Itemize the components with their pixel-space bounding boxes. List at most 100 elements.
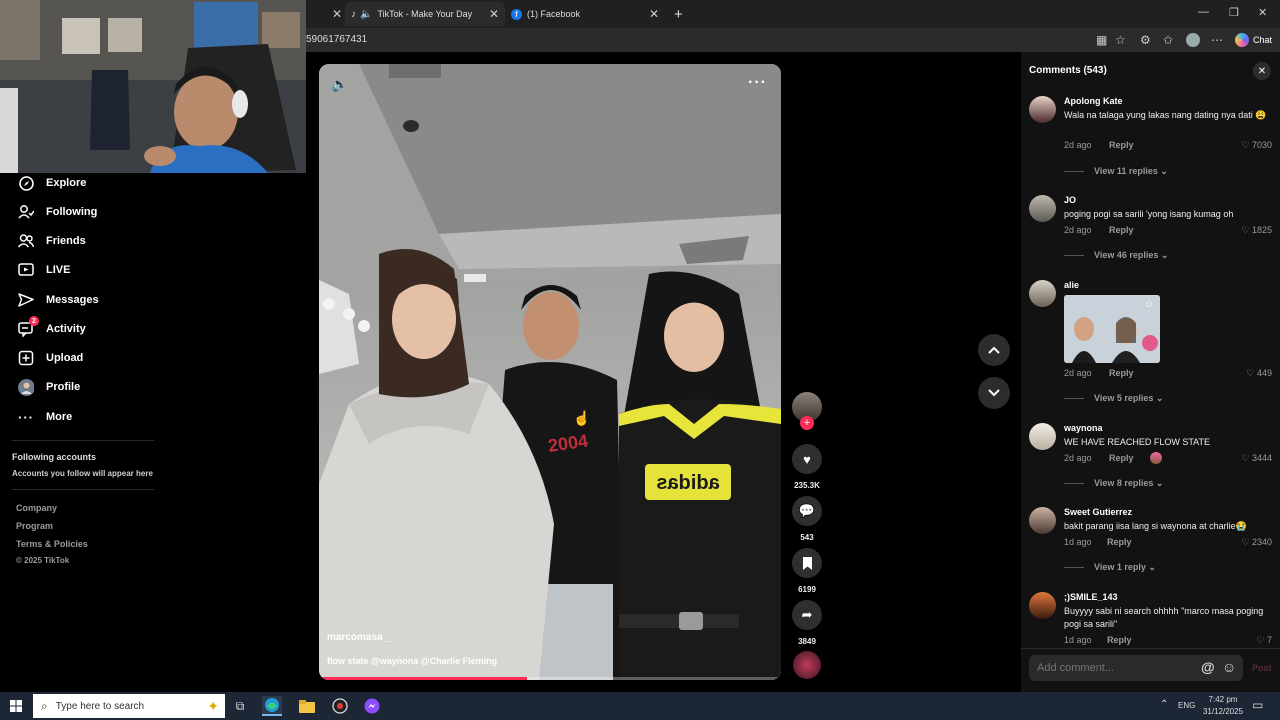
avatar[interactable] bbox=[1029, 507, 1056, 534]
sidebar-item-messages[interactable]: Messages bbox=[18, 292, 99, 308]
next-video-button[interactable] bbox=[978, 377, 1010, 409]
view-replies-button[interactable]: View 5 replies ⌄ bbox=[1064, 393, 1163, 404]
more-icon: ··· bbox=[18, 409, 34, 425]
tab-tiktok[interactable]: ♪ 🔈 TikTok - Make Your Day ✕ bbox=[345, 2, 505, 26]
comment-input[interactable] bbox=[1037, 660, 1187, 676]
favorite-star-icon[interactable]: ☆ bbox=[1115, 33, 1126, 47]
progress-track[interactable] bbox=[319, 677, 781, 680]
comment-like-button[interactable]: ♡ 449 bbox=[1246, 368, 1272, 379]
notification-icon[interactable]: ▭ bbox=[1252, 698, 1263, 712]
profile-avatar[interactable] bbox=[1186, 33, 1200, 47]
tab-title: (1) Facebook bbox=[527, 9, 581, 19]
extensions-icon[interactable]: ⚙ bbox=[1140, 33, 1151, 47]
language-indicator[interactable]: ENG bbox=[1178, 701, 1195, 710]
sidebar-item-activity[interactable]: 2 Activity bbox=[18, 316, 86, 337]
comment-like-count: 2340 bbox=[1251, 537, 1272, 547]
sidebar-item-following[interactable]: Following bbox=[18, 204, 97, 220]
tray-overflow-icon[interactable]: ⌃ bbox=[1160, 699, 1168, 710]
close-comments-button[interactable]: ✕ bbox=[1253, 62, 1271, 80]
share-button[interactable]: ➦ 3849 bbox=[792, 600, 822, 646]
sidebar-item-explore[interactable]: Explore bbox=[18, 175, 86, 191]
sidebar-item-more[interactable]: ··· More bbox=[18, 409, 72, 425]
close-tab-icon[interactable]: ✕ bbox=[326, 2, 344, 26]
comment-username[interactable]: ;)SMILE_143 bbox=[1064, 592, 1118, 602]
comment-username[interactable]: alie bbox=[1064, 280, 1079, 290]
sidebar-item-friends[interactable]: Friends bbox=[18, 233, 86, 249]
avatar[interactable] bbox=[1029, 96, 1056, 123]
footer-company-link[interactable]: Company bbox=[16, 503, 57, 513]
avatar[interactable] bbox=[1029, 195, 1056, 222]
sidebar-item-upload[interactable]: Upload bbox=[18, 350, 83, 366]
save-button[interactable]: 6199 bbox=[792, 548, 822, 594]
footer-terms-link[interactable]: Terms & Policies bbox=[16, 539, 88, 549]
comment-like-button[interactable]: ♡ 7 bbox=[1256, 635, 1272, 646]
messenger-icon[interactable] bbox=[362, 696, 382, 716]
copilot-chat-button[interactable]: Chat bbox=[1234, 31, 1272, 49]
avatar[interactable] bbox=[1029, 592, 1056, 619]
comment-time: 2d ago bbox=[1064, 225, 1092, 235]
edge-taskbar-icon[interactable] bbox=[262, 696, 282, 716]
clock-date[interactable]: 31/12/2025 bbox=[1200, 707, 1246, 716]
emoji-icon[interactable]: ☺ bbox=[1222, 659, 1236, 675]
follow-plus-icon[interactable]: + bbox=[800, 416, 814, 430]
comment-like-button[interactable]: ♡ 7030 bbox=[1241, 140, 1272, 151]
split-screen-icon[interactable]: ▦ bbox=[1096, 33, 1107, 47]
comment-username[interactable]: waynona bbox=[1064, 423, 1103, 433]
profile-avatar bbox=[18, 378, 34, 396]
restore-icon[interactable]: ❐ bbox=[1229, 6, 1239, 19]
previous-video-button[interactable] bbox=[978, 334, 1010, 366]
file-explorer-icon[interactable] bbox=[297, 696, 317, 716]
comment-like-button[interactable]: ♡ 1825 bbox=[1241, 225, 1272, 236]
close-tab-icon[interactable]: ✕ bbox=[649, 7, 659, 21]
reply-button[interactable]: Reply bbox=[1109, 368, 1134, 378]
clock-time[interactable]: 7:42 pm bbox=[1202, 695, 1244, 704]
comment-like-button[interactable]: ♡ 2340 bbox=[1241, 537, 1272, 548]
more-options-icon[interactable]: ··· bbox=[748, 74, 767, 92]
sidebar-item-profile[interactable]: Profile bbox=[18, 378, 80, 396]
volume-icon[interactable]: 🔈 bbox=[331, 76, 348, 93]
comment-button[interactable]: 💬 543 bbox=[792, 496, 822, 542]
author-avatar-button[interactable]: + bbox=[792, 392, 822, 430]
video-author[interactable]: marcomasa__ bbox=[327, 632, 394, 643]
reply-button[interactable]: Reply bbox=[1109, 225, 1134, 235]
view-replies-button[interactable]: View 11 replies ⌄ bbox=[1064, 166, 1168, 177]
reply-button[interactable]: Reply bbox=[1109, 453, 1134, 463]
windows-start-button[interactable] bbox=[6, 696, 26, 716]
reply-button[interactable]: Reply bbox=[1107, 537, 1132, 547]
footer-program-link[interactable]: Program bbox=[16, 521, 53, 531]
reply-button[interactable]: Reply bbox=[1107, 635, 1132, 645]
comment-image[interactable]: ☺ bbox=[1064, 295, 1160, 363]
taskbar-search[interactable]: ⌕ Type here to search ✦ bbox=[33, 694, 225, 718]
sidebar-item-live[interactable]: LIVE bbox=[18, 262, 70, 278]
post-button[interactable]: Post bbox=[1252, 663, 1272, 673]
task-view-icon[interactable]: ⧉ bbox=[230, 696, 250, 716]
view-replies-button[interactable]: View 8 replies ⌄ bbox=[1064, 478, 1163, 489]
comment-like-button[interactable]: ♡ 3444 bbox=[1241, 453, 1272, 464]
reply-button[interactable]: Reply bbox=[1109, 140, 1134, 150]
tab-facebook[interactable]: f (1) Facebook ✕ bbox=[505, 2, 665, 26]
tab-title: TikTok - Make Your Day bbox=[377, 9, 473, 19]
comment-input-box[interactable]: @ ☺ bbox=[1029, 655, 1243, 681]
comment-username[interactable]: JO bbox=[1064, 195, 1076, 205]
comments-title: Comments (543) bbox=[1029, 65, 1107, 76]
menu-dots-icon[interactable]: ⋯ bbox=[1211, 33, 1223, 47]
mention-icon[interactable]: @ bbox=[1201, 659, 1215, 675]
url-field[interactable]: 59061767431 bbox=[306, 34, 367, 45]
close-window-icon[interactable]: ✕ bbox=[1258, 6, 1267, 19]
music-disc-button[interactable] bbox=[792, 651, 822, 679]
favorites-icon[interactable]: ✩ bbox=[1163, 33, 1173, 47]
avatar[interactable] bbox=[1029, 280, 1056, 307]
view-replies-button[interactable]: View 46 replies ⌄ bbox=[1064, 250, 1168, 261]
speaker-icon[interactable]: 🔈 bbox=[360, 9, 372, 20]
video-player[interactable]: 2004 adidas 🔈 ··· ☝ marcomasa__ flow sta… bbox=[319, 64, 781, 680]
like-button[interactable]: ♥ 235.3K bbox=[792, 444, 822, 490]
close-tab-icon[interactable]: ✕ bbox=[489, 7, 499, 21]
comments-panel: Comments (543) ✕ Apolong Kate Wala na ta… bbox=[1021, 52, 1280, 692]
comment-username[interactable]: Apolong Kate bbox=[1064, 96, 1123, 106]
avatar[interactable] bbox=[1029, 423, 1056, 450]
new-tab-button[interactable]: + bbox=[668, 2, 689, 26]
view-replies-button[interactable]: View 1 reply ⌄ bbox=[1064, 562, 1156, 573]
recorder-icon[interactable] bbox=[330, 696, 350, 716]
minimize-icon[interactable]: — bbox=[1198, 6, 1209, 18]
comment-username[interactable]: Sweet Gutierrez bbox=[1064, 507, 1132, 517]
